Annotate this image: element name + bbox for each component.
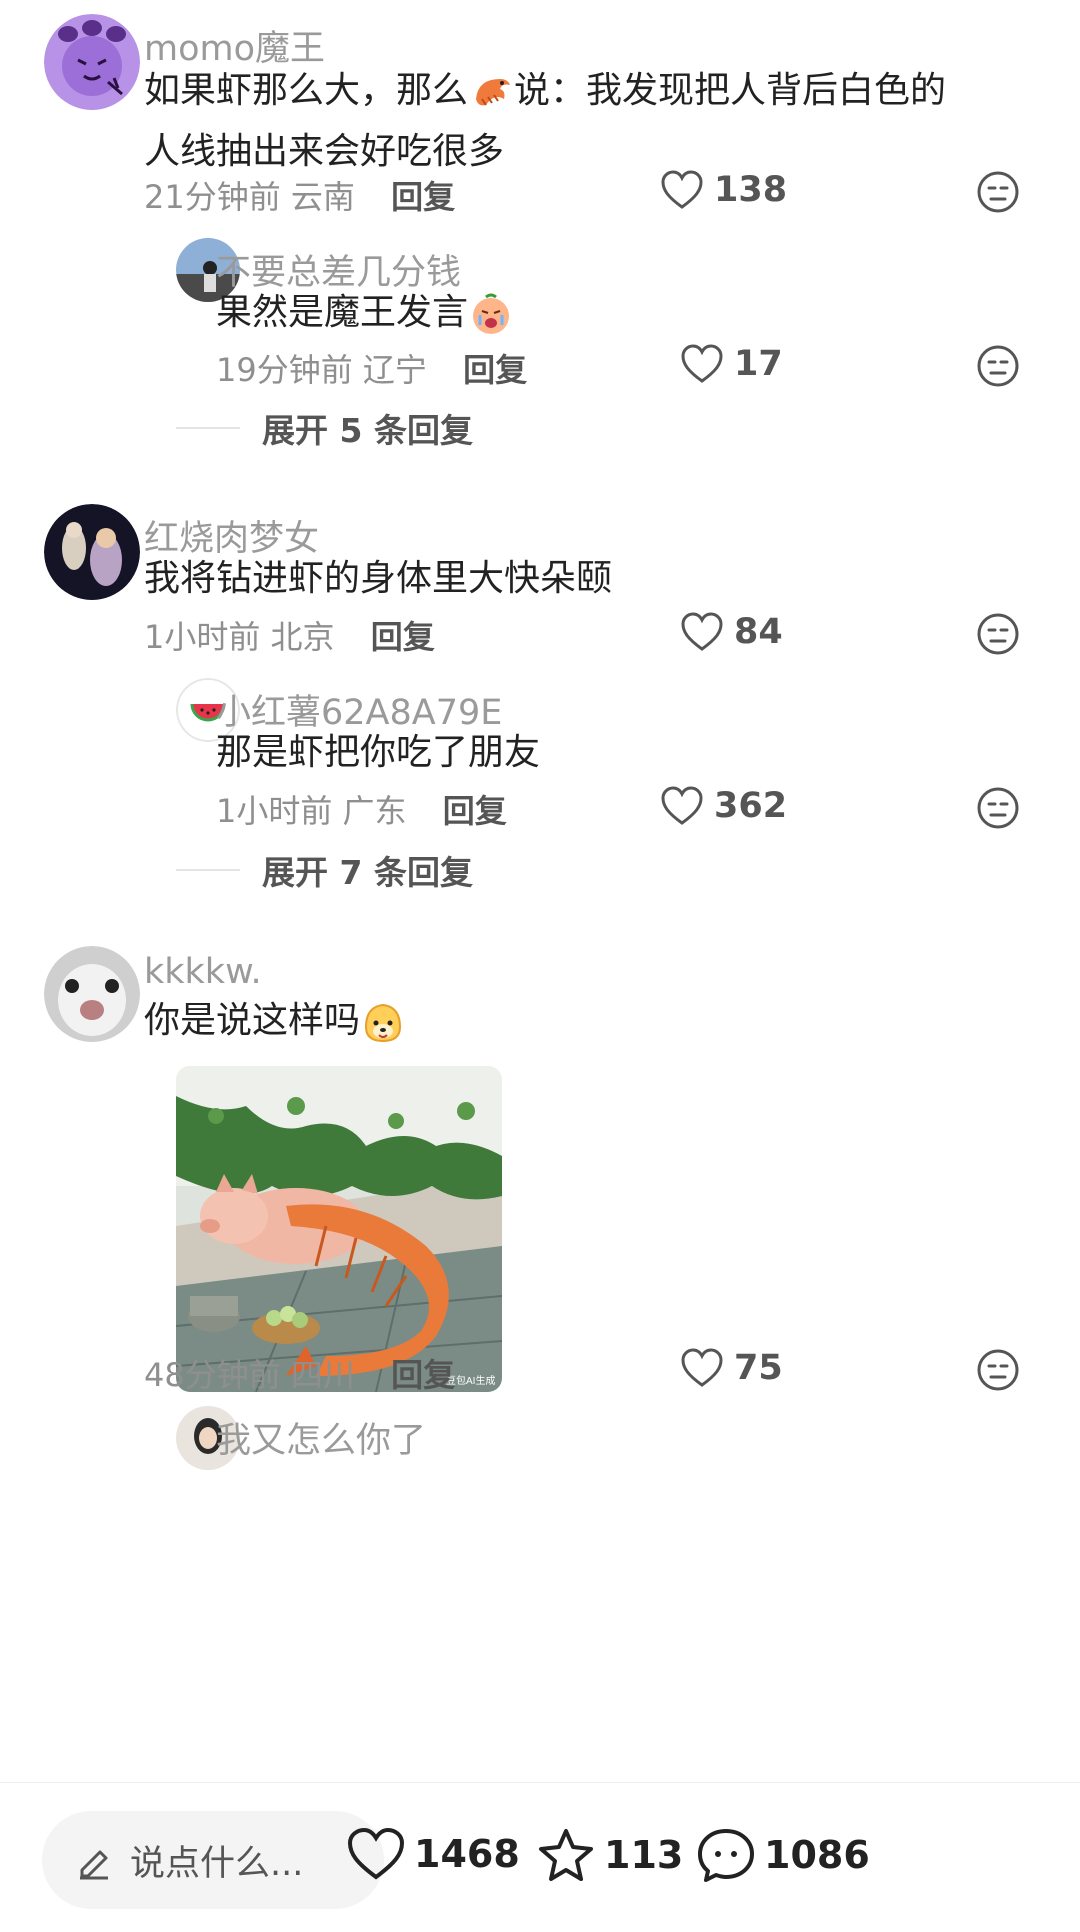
like-button[interactable]: 84	[680, 612, 783, 652]
like-button[interactable]: 75	[680, 1348, 783, 1388]
heart-icon	[681, 1348, 723, 1387]
comment-text: 我将钻进虾的身体里大快朵颐	[144, 558, 613, 599]
post-like-button[interactable]: 1468	[346, 1827, 520, 1881]
shrimp-emoji-icon	[468, 69, 514, 115]
comment-input[interactable]: 说点什么...	[42, 1811, 384, 1909]
divider	[176, 869, 240, 871]
avatar[interactable]	[44, 946, 140, 1042]
username[interactable]: 我又怎么你了	[216, 1412, 426, 1463]
avatar[interactable]	[44, 504, 140, 600]
meh-face-icon	[977, 345, 1019, 387]
dislike-button[interactable]	[976, 170, 1020, 214]
collect-button[interactable]: 113	[536, 1827, 683, 1883]
reply-button[interactable]: 回复	[371, 618, 435, 656]
avatar[interactable]	[44, 14, 140, 110]
dog-face-emoji-icon	[360, 999, 406, 1045]
expand-replies-button[interactable]: 展开 5 条回复	[176, 404, 473, 452]
comment-count-button[interactable]: 1086	[696, 1827, 870, 1883]
dislike-button[interactable]	[976, 344, 1020, 388]
heart-icon	[681, 344, 723, 383]
expand-replies-button[interactable]: 展开 7 条回复	[176, 846, 473, 894]
reply-button[interactable]: 回复	[391, 178, 455, 216]
comment-text: 如果虾那么大，那么 说：我发现把人背后白色的 人线抽出来会好吃很多	[144, 69, 947, 172]
comment-text: 果然是魔王发言	[216, 282, 1080, 343]
username[interactable]: kkkkw.	[144, 952, 262, 992]
comment-text: 那是虾把你吃了朋友	[216, 732, 541, 773]
meh-face-icon	[977, 613, 1019, 655]
like-button[interactable]: 138	[660, 170, 787, 210]
chat-bubble-icon	[698, 1829, 754, 1882]
star-icon	[539, 1829, 593, 1881]
heart-icon	[661, 170, 703, 209]
comment-meta: 1小时前 广东 回复	[216, 792, 507, 830]
heart-icon	[681, 612, 723, 651]
comment-meta: 21分钟前 云南 回复	[144, 178, 456, 216]
meh-face-icon	[977, 787, 1019, 829]
reply-button[interactable]: 回复	[443, 792, 507, 830]
comment-text: 你是说这样吗	[144, 990, 1014, 1051]
divider	[176, 427, 240, 429]
reply-button[interactable]: 回复	[391, 1356, 455, 1394]
meh-face-icon	[977, 171, 1019, 213]
comment-meta: 48分钟前 四川 回复	[144, 1356, 456, 1394]
comment-meta: 1小时前 北京 回复	[144, 618, 435, 656]
like-button[interactable]: 362	[660, 786, 787, 826]
crying-face-emoji-icon	[468, 291, 514, 337]
comment-meta: 19分钟前 辽宁 回复	[216, 351, 528, 389]
heart-icon	[347, 1827, 405, 1880]
reply-button[interactable]: 回复	[463, 351, 527, 389]
pencil-icon	[80, 1850, 108, 1880]
heart-icon	[661, 786, 703, 825]
bottom-action-bar: 说点什么... 1468 113 1086	[0, 1782, 1080, 1932]
dislike-button[interactable]	[976, 1348, 1020, 1392]
comment-image[interactable]: 豆包AI生成	[176, 1066, 502, 1392]
meh-face-icon	[977, 1349, 1019, 1391]
like-button[interactable]: 17	[680, 344, 783, 384]
dislike-button[interactable]	[976, 612, 1020, 656]
dislike-button[interactable]	[976, 786, 1020, 830]
